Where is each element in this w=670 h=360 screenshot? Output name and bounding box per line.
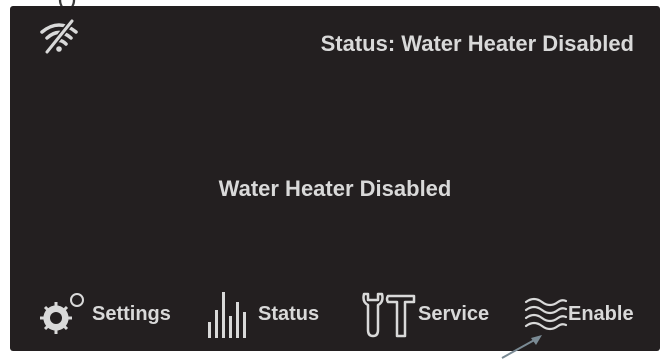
nav-status-button[interactable]: Status	[204, 288, 319, 340]
wrench-hammer-icon	[362, 292, 416, 338]
nav-service-label: Service	[418, 302, 490, 325]
gear-icon	[40, 293, 84, 334]
wifi-off-icon	[40, 19, 78, 54]
control-panel-screen: Status: Water Heater Disabled Water Heat…	[10, 6, 660, 351]
nav-enable-label: Enable	[568, 302, 634, 325]
status-title: Status: Water Heater Disabled	[320, 31, 634, 56]
center-status-message: Water Heater Disabled	[218, 176, 452, 201]
nav-status-label: Status	[258, 302, 320, 325]
nav-settings-button[interactable]: Settings	[36, 288, 171, 340]
bar-chart-icon	[208, 292, 246, 338]
bottom-nav: Settings Status Service Enable	[10, 288, 660, 348]
nav-service-button[interactable]: Service	[358, 288, 489, 340]
pointer-arrow-icon	[501, 335, 542, 359]
nav-settings-label: Settings	[92, 302, 171, 325]
